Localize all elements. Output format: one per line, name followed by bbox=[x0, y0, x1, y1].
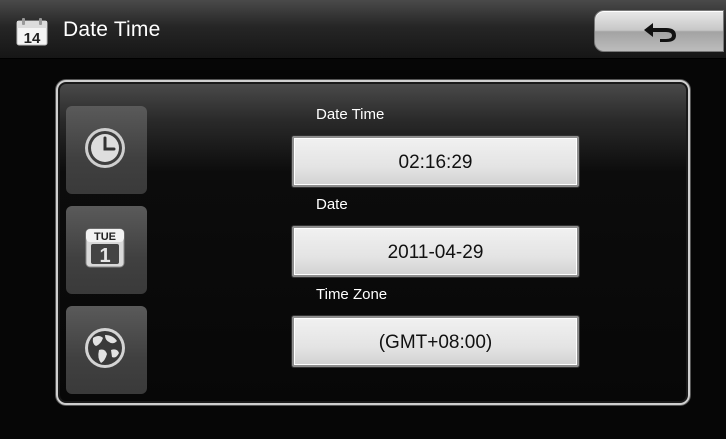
settings-panel: TUE 1 Date Time 02:16:29 Date 2011-04-29… bbox=[56, 80, 690, 405]
time-zone-field[interactable]: (GMT+08:00) bbox=[292, 316, 579, 367]
time-field[interactable]: 02:16:29 bbox=[292, 136, 579, 187]
back-arrow-icon bbox=[644, 23, 676, 42]
calendar-day-icon: TUE 1 bbox=[85, 228, 125, 268]
time-zone-value: (GMT+08:00) bbox=[378, 332, 493, 353]
date-field[interactable]: 2011-04-29 bbox=[292, 226, 579, 277]
date-time-label: Date Time bbox=[316, 106, 385, 123]
clock-icon bbox=[85, 128, 125, 168]
date-value: 2011-04-29 bbox=[387, 242, 484, 263]
header-bar: 14 Date Time bbox=[0, 0, 726, 59]
page-title: Date Time bbox=[63, 18, 161, 41]
sidebar-item-date[interactable]: TUE 1 bbox=[66, 206, 147, 294]
back-button[interactable] bbox=[594, 10, 724, 52]
sidebar-item-timezone[interactable] bbox=[66, 306, 147, 394]
calendar-icon-day: 14 bbox=[24, 30, 41, 46]
calendar-day-weekday: TUE bbox=[94, 231, 116, 243]
calendar-day-number: 1 bbox=[99, 245, 110, 267]
date-label: Date bbox=[316, 196, 348, 213]
sidebar-item-time[interactable] bbox=[66, 106, 147, 194]
calendar-icon: 14 bbox=[16, 18, 48, 46]
time-zone-label: Time Zone bbox=[316, 286, 388, 303]
time-value: 02:16:29 bbox=[398, 152, 473, 173]
globe-icon bbox=[85, 328, 125, 368]
